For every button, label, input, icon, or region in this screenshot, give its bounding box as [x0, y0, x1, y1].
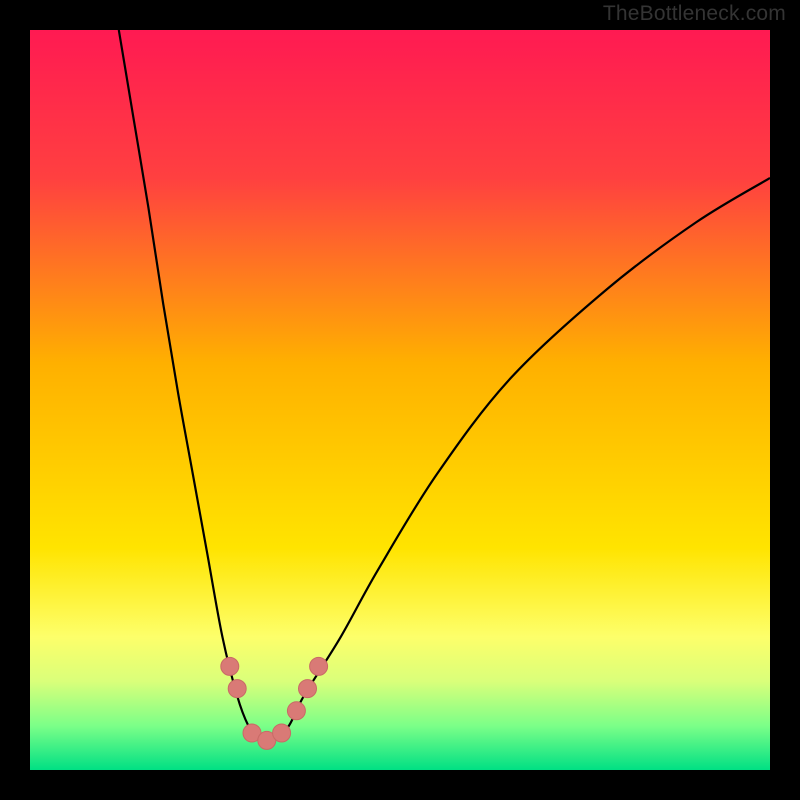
chart-svg [30, 30, 770, 770]
data-marker [310, 657, 328, 675]
data-marker [299, 680, 317, 698]
chart-frame: TheBottleneck.com [0, 0, 800, 800]
data-marker [221, 657, 239, 675]
data-marker [287, 702, 305, 720]
data-marker [228, 680, 246, 698]
data-marker [273, 724, 291, 742]
watermark-label: TheBottleneck.com [603, 2, 786, 26]
plot-area [30, 30, 770, 770]
gradient-bg [30, 30, 770, 770]
